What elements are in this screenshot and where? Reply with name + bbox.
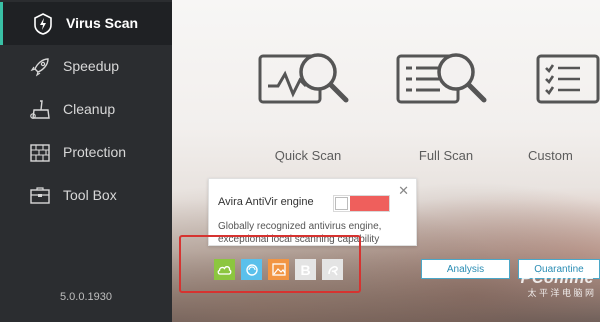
sidebar-item-speedup[interactable]: Speedup	[0, 45, 172, 88]
version-label: 5.0.0.1930	[60, 291, 112, 303]
rocket-icon	[28, 55, 52, 79]
broom-icon	[28, 98, 52, 122]
sidebar-item-tool-box[interactable]: Tool Box	[0, 174, 172, 217]
sidebar-item-protection[interactable]: Protection	[0, 131, 172, 174]
engine-toggle[interactable]	[333, 195, 390, 212]
sidebar-item-label: Tool Box	[63, 187, 117, 203]
close-icon[interactable]: ✕	[398, 184, 409, 197]
watermark: PConline 太 平 洋 电 脑 网	[521, 270, 594, 299]
sidebar-item-virus-scan[interactable]: Virus Scan	[0, 2, 172, 45]
firewall-icon	[28, 141, 52, 165]
analysis-button[interactable]: Analysis	[421, 259, 510, 279]
scan-option-label: Quick Scan	[274, 148, 342, 163]
toggle-fill	[350, 196, 389, 211]
sidebar-item-label: Protection	[63, 144, 127, 160]
toggle-knob	[335, 197, 348, 210]
scan-option-label: Full Scan	[418, 148, 474, 163]
toolbox-icon	[28, 184, 52, 208]
sidebar-item-label: Speedup	[63, 58, 120, 74]
scan-option-label: Custom	[528, 148, 573, 163]
engine-title: Avira AntiVir engine	[218, 196, 314, 208]
sidebar-item-label: Cleanup	[63, 101, 116, 117]
sidebar-item-label: Virus Scan	[66, 15, 139, 31]
sidebar-item-cleanup[interactable]: Cleanup	[0, 88, 172, 131]
sidebar: Virus Scan Speedup Cleanup Protection To…	[0, 0, 172, 322]
watermark-sub: 太 平 洋 电 脑 网	[527, 288, 594, 298]
shield-bolt-icon	[31, 12, 55, 36]
engine-highlight-box	[179, 235, 361, 293]
